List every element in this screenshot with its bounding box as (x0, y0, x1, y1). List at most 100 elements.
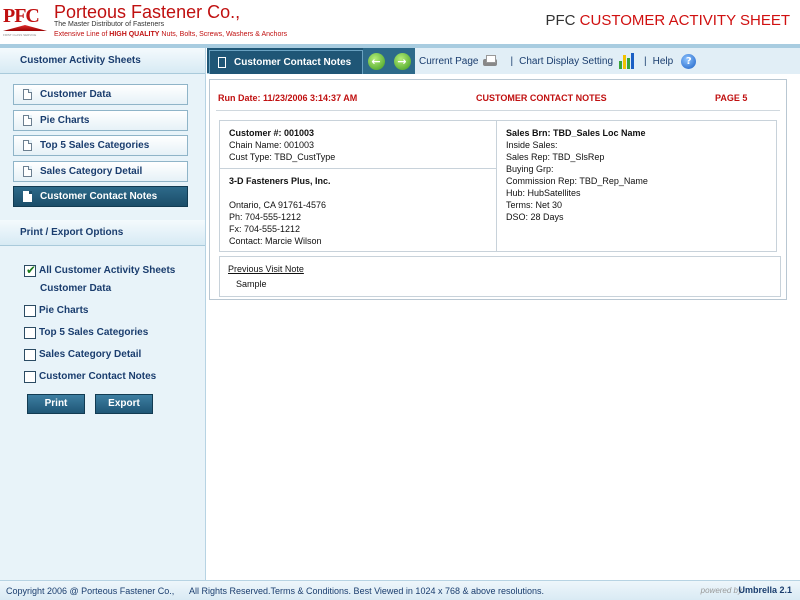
toolbar: Customer Contact Notes ← → Current Page … (207, 48, 800, 74)
commission-rep: Commission Rep: TBD_Rep_Name (506, 176, 648, 186)
tagline-post: Nuts, Bolts, Screws, Washers & Anchors (159, 31, 288, 38)
sidebar-item-customer-data[interactable]: Customer Data (13, 84, 188, 105)
notes-box: Previous Visit Note Sample (219, 256, 781, 297)
back-arrow-icon[interactable]: ← (367, 52, 385, 70)
help-link[interactable]: Help ? (652, 53, 697, 69)
inside-sales: Inside Sales: (506, 140, 558, 150)
option-label: Customer Contact Notes (39, 371, 157, 383)
toolbar-separator: | (510, 55, 514, 67)
option-all-sub: Customer Data (40, 282, 112, 294)
option-sales-detail[interactable]: Sales Category Detail (24, 344, 205, 366)
sheet-menu: Customer Data Pie Charts Top 5 Sales Cat… (0, 74, 205, 220)
pfc-logo: PFC FIRST CLASS SERVICE (3, 3, 47, 39)
bar-chart-icon-bar (627, 58, 631, 69)
buying-group: Buying Grp: (506, 164, 554, 174)
dso: DSO: 28 Days (506, 212, 564, 222)
umbrella-logo: Umbrella 2.1 (738, 585, 792, 595)
customer-contact: Contact: Marcie Wilson (229, 236, 322, 246)
print-button[interactable]: Print (27, 393, 85, 414)
main-content: Run Date: 11/23/2006 3:14:37 AM CUSTOMER… (207, 75, 800, 580)
sidebar-item-top5-sales[interactable]: Top 5 Sales Categories (13, 135, 188, 157)
bar-chart-icon (619, 53, 635, 69)
customer-city: Ontario, CA 91761-4576 (229, 200, 327, 210)
document-icon (23, 165, 32, 177)
terms: Terms: Net 30 (506, 200, 563, 210)
help-label: Help (652, 55, 674, 67)
sales-rep: Sales Rep: TBD_SlsRep (506, 152, 605, 162)
current-page-label: Current Page (419, 55, 479, 67)
report-title: CUSTOMER CONTACT NOTES (476, 93, 607, 103)
document-icon (23, 191, 32, 203)
print-export-options: All Customer Activity Sheets Customer Da… (0, 246, 205, 414)
checkbox-sales-detail[interactable] (24, 348, 36, 361)
sales-info-box: Sales Brn: TBD_Sales Loc Name Inside Sal… (496, 120, 777, 252)
logo-text: PFC (3, 5, 40, 27)
logo-tagline: FIRST CLASS SERVICE (3, 33, 37, 37)
chart-setting-label: Chart Display Setting (519, 55, 614, 67)
toolbar-separator: | (644, 55, 647, 67)
sidebar-item-label: Top 5 Sales Categories (40, 140, 150, 152)
sidebar-item-label: Customer Data (40, 89, 112, 100)
current-page-print[interactable]: Current Page (419, 54, 498, 68)
checkbox-all-sheets[interactable] (24, 263, 36, 277)
note-text: Sample (236, 279, 267, 289)
page-number: PAGE 5 (715, 93, 748, 103)
tab-label: Customer Contact Notes (234, 57, 352, 68)
sidebar-item-label: Sales Category Detail (40, 165, 143, 177)
checkbox-pie-charts[interactable] (24, 304, 36, 317)
customer-phone: Ph: 704-555-1212 (229, 212, 302, 222)
forward-arrow-icon[interactable]: → (393, 52, 411, 70)
company-name: Porteous Fastener Co., (54, 2, 241, 22)
sheet-title: PFC CUSTOMER ACTIVITY SHEET (546, 12, 791, 29)
sidebar-item-label: Customer Contact Notes (40, 191, 158, 203)
previous-visit-note-link[interactable]: Previous Visit Note (228, 264, 304, 274)
tab-customer-contact-notes[interactable]: Customer Contact Notes (209, 50, 363, 74)
checkbox-top5[interactable] (24, 326, 36, 339)
toolbar-actions: Current Page | Chart Display Setting | H… (415, 48, 800, 74)
print-export-title: Print / Export Options (0, 219, 205, 246)
bar-chart-icon-bar (623, 55, 627, 69)
sidebar: Customer Activity Sheets Customer Data P… (0, 48, 206, 580)
copyright: Copyright 2006 @ Porteous Fastener Co., (6, 586, 175, 596)
footer: Copyright 2006 @ Porteous Fastener Co., … (0, 580, 800, 600)
customer-name: 3-D Fasteners Plus, Inc. (229, 176, 331, 186)
document-icon (23, 114, 32, 126)
option-label: Pie Charts (39, 305, 89, 317)
report-panel: Run Date: 11/23/2006 3:14:37 AM CUSTOMER… (209, 79, 787, 300)
option-label: Top 5 Sales Categories (39, 327, 149, 339)
sidebar-item-contact-notes[interactable]: Customer Contact Notes (13, 186, 188, 208)
company-subtitle: The Master Distributor of Fasteners (54, 21, 165, 28)
customer-fax: Fx: 704-555-1212 (229, 224, 301, 234)
sales-branch: Sales Brn: TBD_Sales Loc Name (506, 128, 646, 138)
sidebar-title: Customer Activity Sheets (0, 48, 205, 74)
tagline-bold: HIGH QUALITY (109, 31, 160, 38)
checkbox-contact-notes[interactable] (24, 370, 36, 383)
sidebar-item-sales-detail[interactable]: Sales Category Detail (13, 160, 188, 182)
printer-icon (482, 54, 498, 68)
option-all-sheets[interactable]: All Customer Activity Sheets (24, 260, 205, 282)
company-tagline: Extensive Line of HIGH QUALITY Nuts, Bol… (54, 31, 287, 38)
export-button[interactable]: Export (95, 393, 153, 414)
option-label: Sales Category Detail (39, 349, 142, 361)
print-export-buttons: Print Export (24, 393, 205, 414)
bar-chart-icon-bar (619, 61, 623, 69)
powered-by: powered by (700, 586, 742, 595)
header: PFC FIRST CLASS SERVICE Porteous Fastene… (0, 0, 800, 44)
customer-info-box: Customer #: 001003 Chain Name: 001003 Cu… (219, 120, 497, 169)
help-icon: ? (681, 53, 697, 69)
option-top5[interactable]: Top 5 Sales Categories (24, 322, 205, 344)
sheet-title-prefix: PFC (545, 12, 576, 29)
chain-name: Chain Name: 001003 (229, 140, 315, 150)
bar-chart-icon-bar (631, 53, 635, 69)
option-contact-notes[interactable]: Customer Contact Notes (24, 366, 205, 388)
sidebar-item-pie-charts[interactable]: Pie Charts (13, 109, 188, 131)
document-icon (23, 140, 32, 152)
option-label: All Customer Activity Sheets (39, 265, 176, 277)
document-icon (218, 57, 226, 68)
customer-number: Customer #: 001003 (229, 128, 315, 138)
chart-display-setting[interactable]: Chart Display Setting (519, 53, 635, 69)
tagline-pre: Extensive Line of (54, 31, 110, 38)
option-pie-charts[interactable]: Pie Charts (24, 300, 205, 322)
sheet-title-main: CUSTOMER ACTIVITY SHEET (579, 12, 790, 29)
